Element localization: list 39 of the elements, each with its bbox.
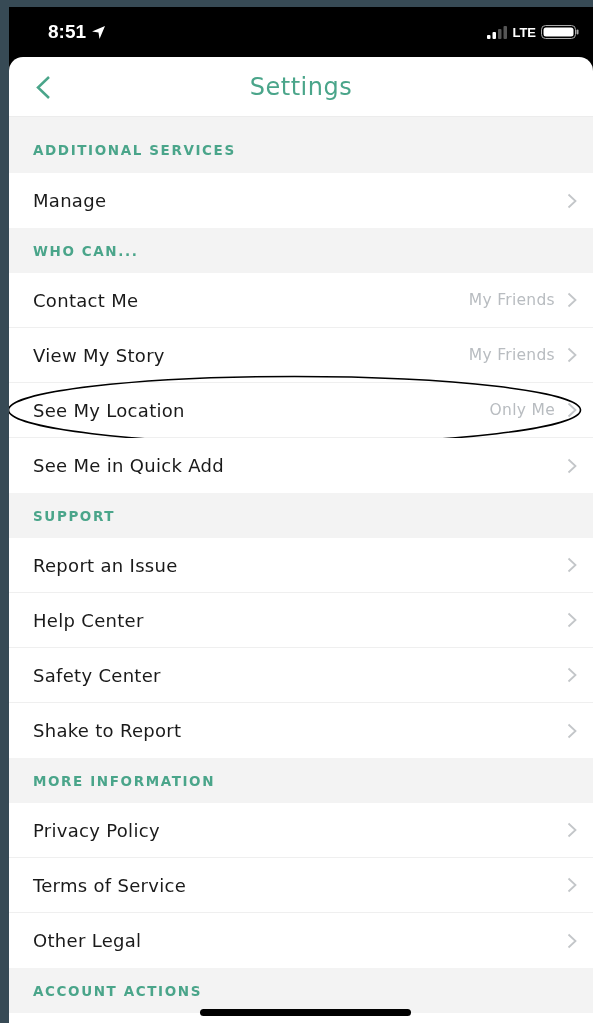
section-header: MORE INFORMATION <box>33 772 216 789</box>
row-value: My Friends <box>468 291 555 309</box>
section-header: WHO CAN... <box>33 242 139 259</box>
section-header: ADDITIONAL SERVICES <box>33 142 236 158</box>
section-header: SUPPORT <box>33 507 116 524</box>
row-label: Report an Issue <box>33 554 178 576</box>
row-value: My Friends <box>468 346 555 364</box>
chevron-icon <box>567 667 577 683</box>
chevron-icon <box>567 192 577 209</box>
row-label: Terms of Service <box>33 874 187 896</box>
row-label: Contact Me <box>33 289 139 311</box>
row-label: See Me in Quick Add <box>33 455 224 476</box>
row-label: Privacy Policy <box>33 819 160 841</box>
back-icon[interactable] <box>35 75 51 100</box>
chevron-icon <box>567 877 577 893</box>
signal-icon <box>487 25 508 39</box>
chevron-icon <box>567 457 577 474</box>
page-title: Settings <box>249 72 353 101</box>
chevron-icon <box>567 822 577 838</box>
row-label: See My Location <box>33 399 185 421</box>
row-label: Help Center <box>33 609 144 631</box>
row-label: View My Story <box>33 344 165 366</box>
battery-icon <box>541 25 579 39</box>
chevron-icon <box>567 292 577 308</box>
row-label: Other Legal <box>33 930 142 951</box>
network-label: LTE <box>512 24 536 40</box>
location-arrow-icon <box>91 24 107 40</box>
row-label: Manage <box>33 190 107 211</box>
chevron-icon <box>567 402 577 418</box>
row-label: Shake to Report <box>33 720 182 741</box>
chevron-icon <box>567 557 577 573</box>
chevron-icon <box>567 612 577 628</box>
row-label: Safety Center <box>33 664 161 686</box>
chevron-icon <box>567 932 577 949</box>
chevron-icon <box>567 347 577 363</box>
section-header: ACCOUNT ACTIONS <box>33 982 202 999</box>
row-value: Only Me <box>489 401 555 419</box>
chevron-icon <box>567 722 577 739</box>
status-time: 8:51 <box>48 21 87 43</box>
